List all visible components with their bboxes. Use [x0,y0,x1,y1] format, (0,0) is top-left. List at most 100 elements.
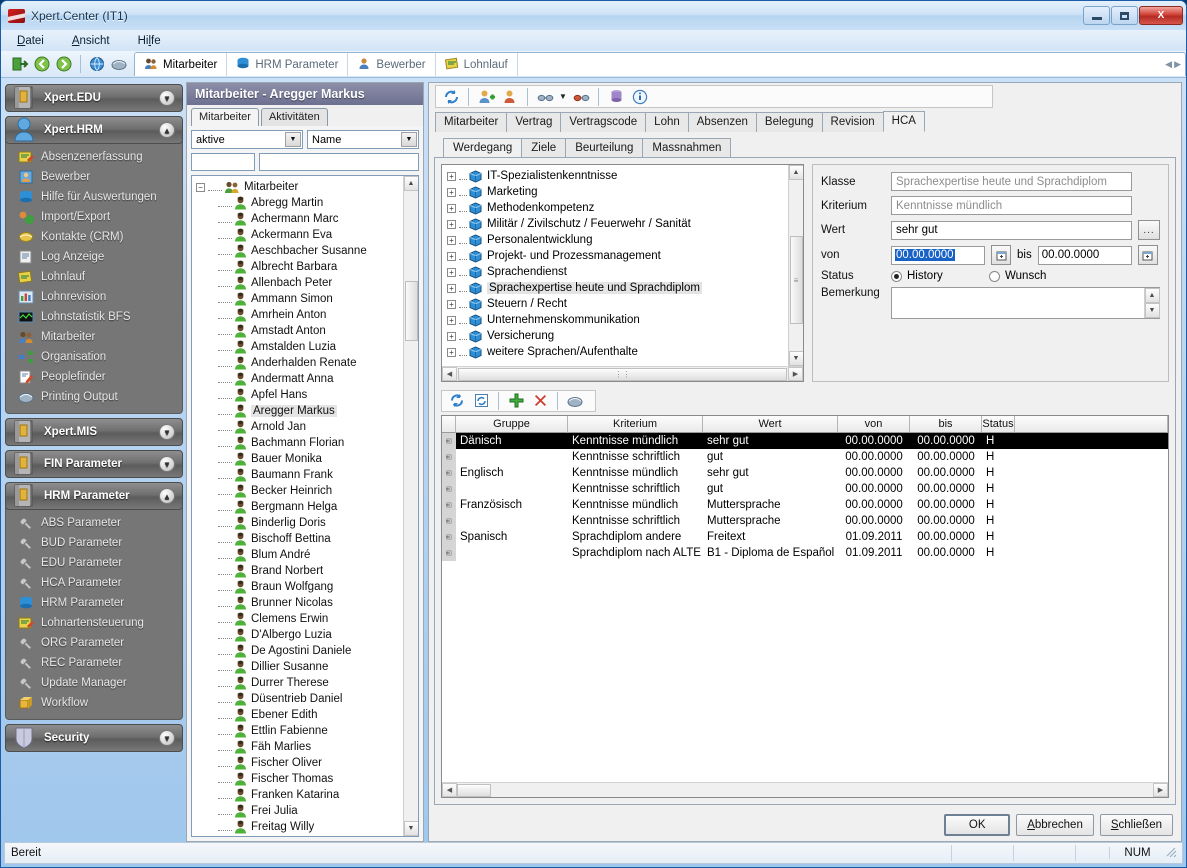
module-tab-mitarbeiter[interactable]: Mitarbeiter [135,53,228,76]
expand-icon[interactable]: + [447,347,456,357]
module-tab-bewerber[interactable]: Bewerber [348,53,436,76]
tab-revision[interactable]: Revision [821,112,884,132]
database-icon[interactable] [604,86,628,107]
sidebar-item-absenzenerfassung[interactable]: Absenzenerfassung [6,147,182,167]
sidebar-group-header-fin-parameter[interactable]: FIN Parameter ▼ [5,450,183,478]
employee-tree-item[interactable]: Andermatt Anna [196,371,403,387]
subtab-massnahmen[interactable]: Massnahmen [642,138,732,157]
scroll-down-icon[interactable]: ▼ [403,821,418,836]
search-input-code[interactable] [191,153,255,171]
scroll-up-icon[interactable]: ▲ [1144,288,1160,303]
exit-icon[interactable] [9,54,31,75]
employee-tree-item[interactable]: Frei Julia [196,803,403,819]
employee-tree-item[interactable]: Amstadt Anton [196,323,403,339]
hscrollbar-thumb[interactable]: ⋮⋮ [458,367,787,381]
employee-tree-item[interactable]: Fischer Thomas [196,771,403,787]
chevron-down-icon[interactable]: ▼ [557,86,569,107]
employee-tree-list[interactable]: − Mitarbeiter Abregg Martin Achermann Mar… [192,176,403,836]
scroll-right-icon[interactable]: ▶ [1153,783,1168,797]
bis-calendar-button[interactable] [1137,245,1158,265]
class-tree-item[interactable]: + Personalentwicklung [447,232,788,248]
employee-tree-item[interactable]: Becker Heinrich [196,483,403,499]
resize-grip-icon[interactable] [1165,846,1179,860]
employee-tree-item[interactable]: Bergmann Helga [196,499,403,515]
employee-tree-item[interactable]: Durrer Therese [196,675,403,691]
ok-button[interactable]: OK [944,814,1011,836]
add-icon[interactable] [504,391,528,411]
employee-tree-item[interactable]: Ammann Simon [196,291,403,307]
expand-icon[interactable]: + [447,331,456,341]
employee-tree-item[interactable]: Düsentrieb Daniel [196,691,403,707]
wert-field[interactable]: sehr gut [891,220,1132,240]
scroll-down-icon[interactable]: ▼ [1144,303,1160,318]
von-field[interactable]: 00.00.0000 [891,245,985,265]
sidebar-item-printing-output[interactable]: Printing Output [6,387,182,407]
glasses-icon[interactable] [533,86,557,107]
employee-tree-item[interactable]: Ackermann Eva [196,227,403,243]
expand-icon[interactable]: + [447,315,456,325]
back-icon[interactable] [31,54,53,75]
tab-vertrag[interactable]: Vertrag [506,112,562,132]
class-tree-item[interactable]: + Militär / Zivilschutz / Feuerwehr / San… [447,216,788,232]
scroll-right-icon[interactable]: ▶ [788,367,803,381]
class-tree-item[interactable]: + Unternehmenskommunikation [447,312,788,328]
employee-tree-scrollbar[interactable]: ▲ ▼ [403,176,418,836]
tab-lohn[interactable]: Lohn [645,112,689,132]
employee-tree-item[interactable]: Dillier Susanne [196,659,403,675]
expand-icon[interactable]: + [447,267,456,277]
status-radio-wunsch[interactable]: Wunsch [989,270,1046,282]
class-tree-scrollbar[interactable]: ▲ ≡ ▼ [788,165,803,366]
grid-column-header[interactable]: Status [982,416,1015,433]
class-tree-item[interactable]: + Sprachexpertise heute und Sprachdiplom [447,280,788,296]
expand-icon[interactable]: + [447,235,456,245]
sidebar-item-hca-parameter[interactable]: HCA Parameter [6,573,182,593]
tab-vertragscode[interactable]: Vertragscode [560,112,647,132]
grid-hscrollbar[interactable]: ◀ ▶ [442,782,1168,797]
sidebar-item-edu-parameter[interactable]: EDU Parameter [6,553,182,573]
filter-status-select[interactable]: aktive ▼ [191,130,303,149]
employee-tree-item[interactable]: Ettlin Fabienne [196,723,403,739]
close-button[interactable]: X [1139,6,1183,25]
employee-tree-item[interactable]: Freitag Willy [196,819,403,835]
tab-mitarbeiter[interactable]: Mitarbeiter [435,112,508,132]
expand-icon[interactable]: + [447,251,456,261]
employee-tree-item[interactable]: Bischoff Bettina [196,531,403,547]
scroll-down-icon[interactable]: ▼ [788,351,803,366]
employee-tree-item[interactable]: Clemens Erwin [196,611,403,627]
glasses-red-icon[interactable] [569,86,593,107]
menu-hilfe[interactable]: Hilfe [134,33,165,49]
table-row[interactable]: Kenntnisse schriftlich Muttersprache 00.00… [442,513,1168,529]
menu-ansicht[interactable]: Ansicht [68,33,114,49]
expand-icon[interactable]: + [447,203,456,213]
sidebar-item-update-manager[interactable]: Update Manager [6,673,182,693]
grid-column-header[interactable]: von [838,416,910,433]
class-tree-list[interactable]: + IT-Spezialistenkenntnisse + Marketing + Met… [442,165,788,366]
employee-tree-item[interactable]: Anderhalden Renate [196,355,403,371]
chevron-down-icon[interactable]: ▼ [159,90,175,106]
module-tab-hrm-parameter[interactable]: HRM Parameter [227,53,349,76]
info-icon[interactable] [628,86,652,107]
employee-tree-item[interactable]: Albrecht Barbara [196,259,403,275]
class-tree-item[interactable]: + Steuern / Recht [447,296,788,312]
sidebar-group-header-xpert-hrm[interactable]: Xpert.HRM ▲ [5,116,183,144]
class-tree-hscrollbar[interactable]: ◀ ⋮⋮ ▶ [442,366,803,381]
chevron-down-icon[interactable]: ▼ [401,132,417,147]
employee-tree-item[interactable]: Fischer Oliver [196,755,403,771]
sidebar-item-lohnlauf[interactable]: Lohnlauf [6,267,182,287]
scroll-left-icon[interactable]: ◀ [442,367,457,381]
sidebar-item-org-parameter[interactable]: ORG Parameter [6,633,182,653]
sidebar-item-mitarbeiter[interactable]: Mitarbeiter [6,327,182,347]
collapse-icon[interactable]: − [196,182,205,192]
employee-tree-item[interactable]: Ebener Edith [196,707,403,723]
von-calendar-button[interactable] [991,245,1011,265]
table-row[interactable]: Spanisch Sprachdiplom andere Freitext 01.09… [442,529,1168,545]
sidebar-group-header-security[interactable]: Security ▼ [5,724,183,752]
status-radio-history[interactable]: History [891,270,983,282]
sidebar-item-lohnrevision[interactable]: Lohnrevision [6,287,182,307]
table-row[interactable]: Englisch Kenntnisse mündlich sehr gut 00.00… [442,465,1168,481]
sidebar-item-hilfe-fuer-auswertungen[interactable]: Hilfe für Auswertungen [6,187,182,207]
tab-absenzen[interactable]: Absenzen [687,112,757,132]
employee-tree-item[interactable]: Fäh Marlies [196,739,403,755]
class-tree-item[interactable]: + Methodenkompetenz [447,200,788,216]
employee-tree-item[interactable]: Brunner Nicolas [196,595,403,611]
